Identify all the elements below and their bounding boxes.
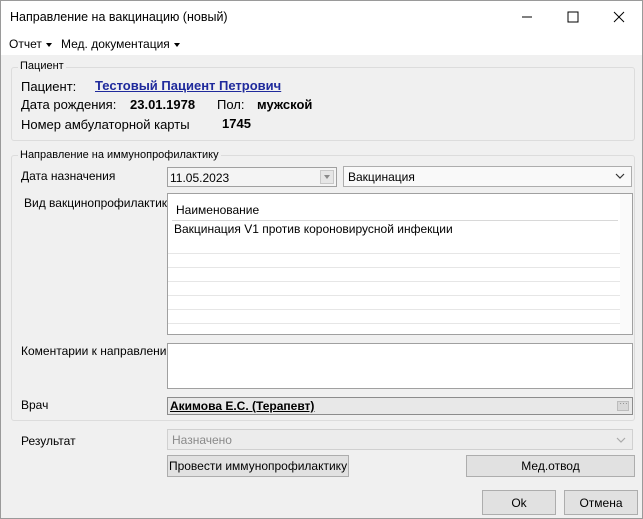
card-number-value: 1745 [222,116,251,131]
column-header-name: Наименование [176,203,260,217]
sex-value: мужской [257,97,313,112]
referral-group-label: Направление на иммунопрофилактику [18,149,221,161]
menu-med-docs-label: Мед. документация [61,37,170,51]
minimize-icon [522,16,532,18]
vaccine-kind-label: Вид вакцинопрофилактики [24,196,174,210]
table-cell-name: Вакцинация V1 против короновирусной инфе… [174,222,453,236]
menu-report[interactable]: Отчет [9,37,52,51]
window-title: Направление на вакцинацию (новый) [10,10,228,24]
date-label: Дата назначения [21,169,116,183]
maximize-icon [567,11,579,23]
conduct-immunization-label: Провести иммунопрофилактику [168,459,348,473]
vaccination-type-select[interactable]: Вакцинация [343,166,632,187]
comments-textarea[interactable] [167,343,633,389]
result-label: Результат [21,434,76,448]
chevron-down-icon [324,175,330,179]
medical-exemption-button[interactable]: Мед.отвод [466,455,635,477]
doctor-value: Акимова Е.С. (Терапевт) [170,399,315,413]
vaccine-kind-table[interactable]: Наименование Вакцинация V1 против короно… [167,193,633,335]
date-picker[interactable]: 11.05.2023 [167,167,337,187]
doctor-field[interactable]: Акимова Е.С. (Терапевт) … [167,396,633,415]
table-scrollbar[interactable] [620,194,632,334]
chevron-down-icon [616,437,626,443]
chevron-down-icon [615,173,625,179]
dob-value: 23.01.1978 [130,97,196,112]
dialog-window: Направление на вакцинацию (новый) Отчет … [0,0,643,519]
ellipsis-icon: … [619,396,628,406]
patient-group-label: Пациент [18,60,66,72]
date-dropdown-button[interactable] [320,170,334,184]
medical-exemption-label: Мед.отвод [521,459,580,473]
patient-name-label: Пациент: [21,79,77,94]
card-number-label: Номер амбулаторной карты [21,117,190,132]
minimize-button[interactable] [504,1,550,33]
comments-label: Коментарии к направлению [21,344,176,358]
cancel-button[interactable]: Отмена [564,490,638,515]
conduct-immunization-button[interactable]: Провести иммунопрофилактику [167,455,349,477]
menu-med-docs[interactable]: Мед. документация [61,37,180,51]
menu-report-label: Отчет [9,37,42,51]
table-row[interactable]: Вакцинация V1 против короновирусной инфе… [172,221,618,236]
result-select[interactable]: Назначено [167,429,633,450]
result-value: Назначено [172,433,232,447]
close-button[interactable] [596,1,642,33]
patient-name-link[interactable]: Тестовый Пациент Петрович [95,78,281,93]
chevron-down-icon [173,42,180,47]
dob-label: Дата рождения: [21,97,117,112]
doctor-label: Врач [21,398,49,412]
ok-button[interactable]: Ok [482,490,556,515]
sex-label: Пол: [217,97,245,112]
date-value: 11.05.2023 [170,171,230,185]
table-grid [168,240,632,334]
cancel-label: Отмена [579,495,623,510]
doctor-select-button[interactable]: … [617,396,629,411]
close-icon [613,11,625,23]
table-header: Наименование [172,198,618,221]
chevron-down-icon [45,42,52,47]
vaccination-type-value: Вакцинация [348,170,415,184]
ok-label: Ok [511,495,527,510]
maximize-button[interactable] [550,1,596,33]
